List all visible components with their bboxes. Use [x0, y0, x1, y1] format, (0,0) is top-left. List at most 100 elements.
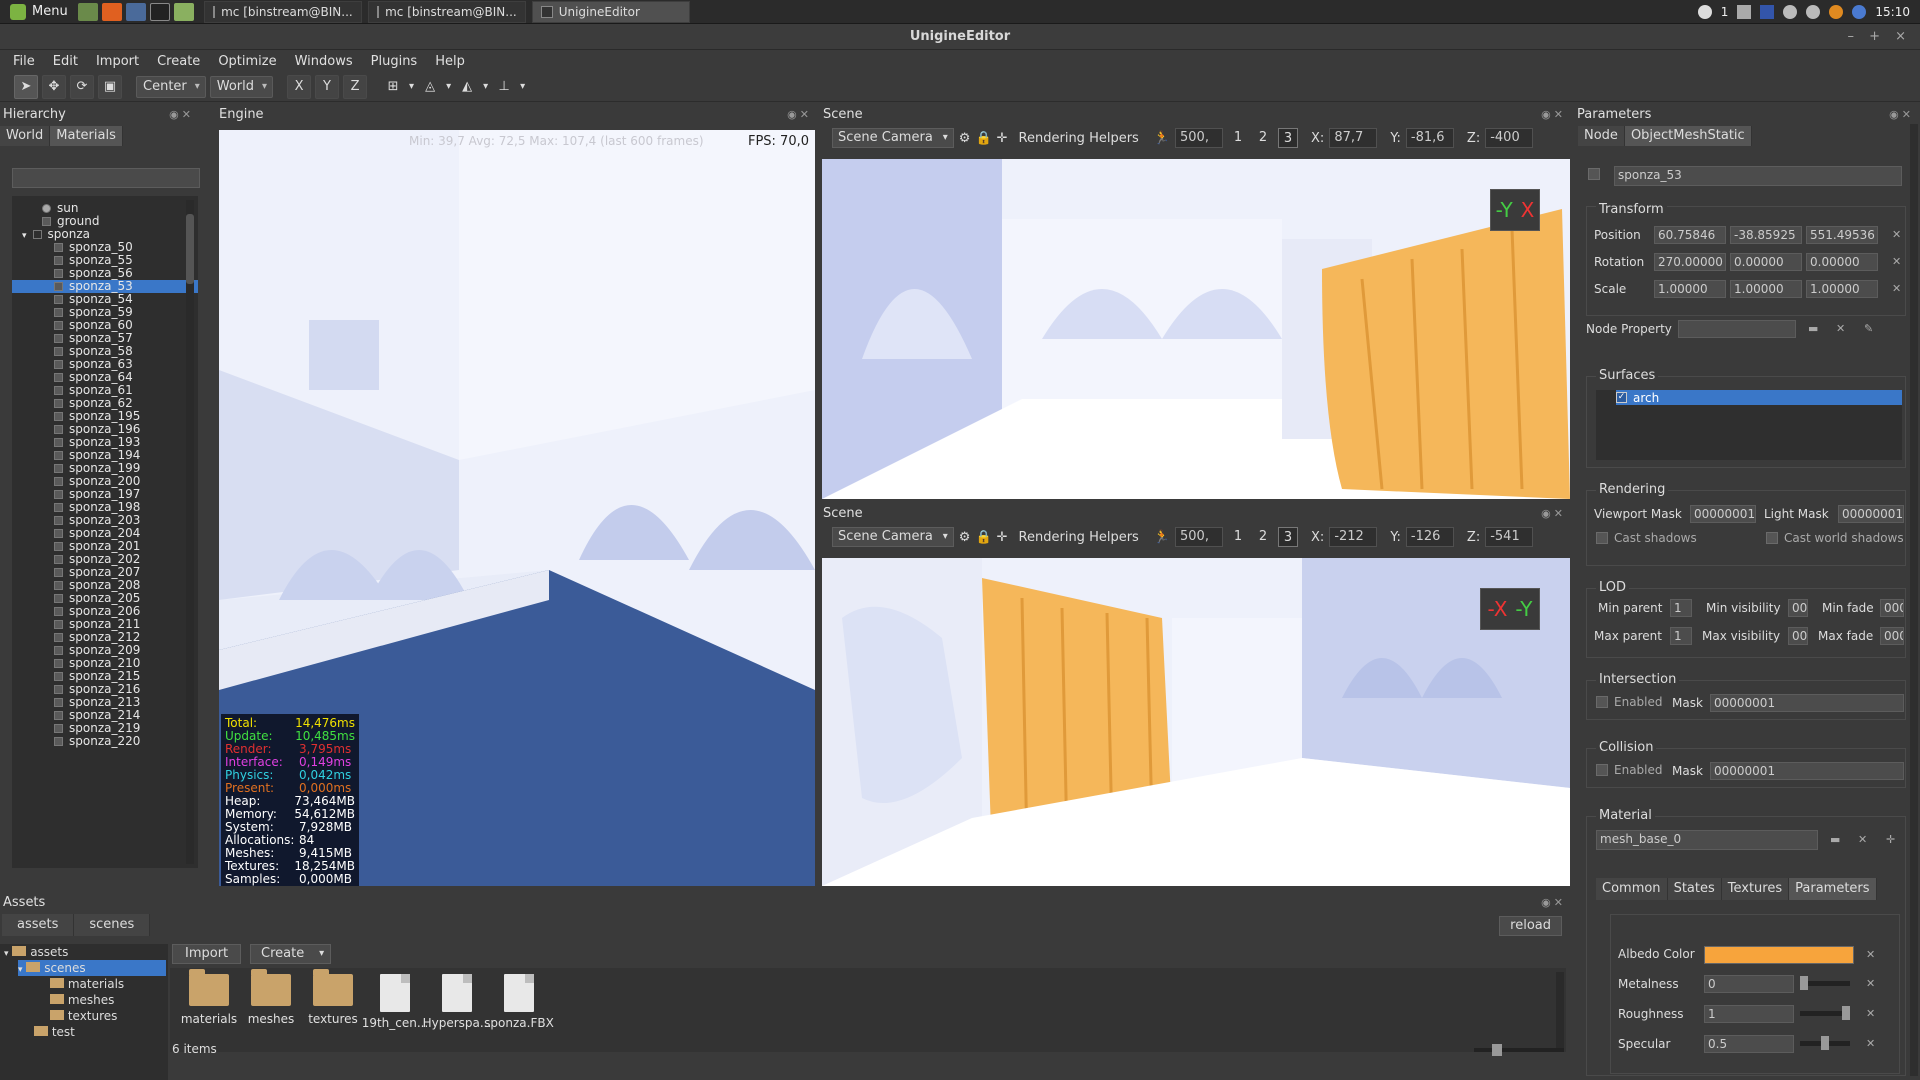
- z-coord-input[interactable]: -541: [1485, 527, 1534, 547]
- scale-x-field[interactable]: 1.00000: [1654, 280, 1726, 298]
- reset-metalness-icon[interactable]: ✕: [1866, 977, 1875, 990]
- panel-controls-icon[interactable]: ◉✕: [787, 108, 812, 121]
- assets-grid[interactable]: materials meshes textures 19th_cen... Hypers…: [170, 968, 1566, 1052]
- lock-icon[interactable]: 🔒: [975, 131, 991, 146]
- axis-gizmo[interactable]: -X -Y: [1480, 588, 1540, 630]
- camera-select[interactable]: Scene Camera: [832, 128, 954, 148]
- speed-input[interactable]: 500,: [1175, 128, 1224, 148]
- node-enabled-checkbox[interactable]: [1588, 168, 1600, 180]
- menu-create[interactable]: Create: [148, 54, 209, 69]
- node-name-field[interactable]: sponza_53: [1614, 166, 1902, 186]
- rendering-helpers-button[interactable]: Rendering Helpers: [1019, 131, 1139, 146]
- zoom-slider[interactable]: [1474, 1044, 1564, 1056]
- terminal-icon[interactable]: [149, 2, 170, 21]
- menu-import[interactable]: Import: [87, 54, 148, 69]
- menu-optimize[interactable]: Optimize: [209, 54, 285, 69]
- cast-shadows-checkbox[interactable]: [1596, 532, 1608, 544]
- scrollbar-thumb[interactable]: [186, 214, 194, 284]
- speed-input[interactable]: 500,: [1175, 527, 1224, 547]
- create-dropdown[interactable]: Create ▾: [250, 944, 332, 964]
- tree-item-ground[interactable]: ground: [12, 215, 198, 228]
- max-parent-field[interactable]: 1: [1670, 627, 1692, 645]
- reset-position-icon[interactable]: ✕: [1892, 228, 1901, 241]
- speed-preset-3[interactable]: 3: [1278, 527, 1299, 547]
- select-tool-button[interactable]: ➤: [14, 74, 38, 99]
- asset-item-folder[interactable]: materials: [174, 969, 244, 1026]
- tree-item-materials[interactable]: materials: [0, 976, 168, 992]
- surface-snap-button[interactable]: ◭: [455, 75, 479, 99]
- panel-controls-icon[interactable]: ◉✕: [1541, 108, 1566, 121]
- material-field[interactable]: mesh_base_0: [1596, 830, 1818, 850]
- slider-handle[interactable]: [1492, 1044, 1502, 1056]
- reload-button[interactable]: reload: [1499, 916, 1562, 936]
- edit-icon[interactable]: ✎: [1864, 322, 1873, 335]
- speed-preset-2[interactable]: 2: [1253, 128, 1273, 148]
- collision-mask-field[interactable]: 00000001: [1710, 762, 1904, 780]
- gear-icon[interactable]: ⚙: [959, 131, 971, 146]
- tree-item-assets[interactable]: ▾ assets: [0, 944, 168, 960]
- tab-world[interactable]: World: [0, 126, 51, 146]
- pivot-select[interactable]: Center: [136, 75, 206, 98]
- speed-preset-1[interactable]: 1: [1228, 527, 1248, 547]
- files-icon[interactable]: [125, 2, 146, 21]
- angle-snap-button[interactable]: ◬: [418, 75, 442, 99]
- maximize-icon[interactable]: +: [1869, 24, 1880, 50]
- hierarchy-scrollbar[interactable]: [186, 200, 194, 864]
- speed-preset-2[interactable]: 2: [1253, 527, 1273, 547]
- engine-viewport[interactable]: Min: 39,7 Avg: 72,5 Max: 107,4 (last 600…: [219, 130, 815, 886]
- panel-controls-icon[interactable]: ◉✕: [1541, 507, 1566, 520]
- lock-icon[interactable]: 🔒: [975, 530, 991, 545]
- tab-states[interactable]: States: [1667, 878, 1722, 900]
- scene-viewport-bottom[interactable]: -X -Y: [822, 558, 1570, 886]
- axis-y-button[interactable]: Y: [315, 74, 340, 99]
- weather-icon[interactable]: [1829, 5, 1844, 19]
- panel-controls-icon[interactable]: ◉✕: [169, 108, 194, 121]
- checkbox-checked-icon[interactable]: ✓: [1616, 392, 1627, 403]
- alert-icon[interactable]: [1697, 5, 1712, 19]
- menu-plugins[interactable]: Plugins: [362, 54, 427, 69]
- min-visibility-field[interactable]: 00: [1788, 599, 1808, 617]
- viewport-mask-field[interactable]: 00000001: [1690, 505, 1756, 523]
- tree-item-textures[interactable]: textures: [0, 1008, 168, 1024]
- scale-y-field[interactable]: 1.00000: [1730, 280, 1802, 298]
- folder-icon[interactable]: [173, 2, 194, 21]
- speed-preset-1[interactable]: 1: [1228, 128, 1248, 148]
- rotation-z-field[interactable]: 0.00000: [1806, 253, 1878, 271]
- metalness-slider[interactable]: [1800, 976, 1850, 990]
- start-menu-button[interactable]: Menu: [0, 0, 78, 24]
- shield-icon[interactable]: [1852, 5, 1867, 19]
- gear-icon[interactable]: ⚙: [959, 530, 971, 545]
- roughness-slider[interactable]: [1800, 1006, 1850, 1020]
- tab-parameters[interactable]: Parameters: [1789, 878, 1877, 900]
- network-icon[interactable]: [1783, 5, 1798, 19]
- chevron-down-icon[interactable]: ▾: [446, 81, 451, 92]
- x-coord-input[interactable]: -212: [1329, 527, 1378, 547]
- max-visibility-field[interactable]: 00: [1788, 627, 1808, 645]
- tab-materials[interactable]: Materials: [50, 126, 123, 146]
- position-y-field[interactable]: -38.85925: [1730, 226, 1802, 244]
- asset-item-folder[interactable]: meshes: [236, 969, 306, 1026]
- tab-assets[interactable]: assets: [2, 914, 75, 936]
- reset-scale-icon[interactable]: ✕: [1892, 282, 1901, 295]
- albedo-color-swatch[interactable]: [1704, 946, 1854, 964]
- speed-preset-3[interactable]: 3: [1278, 128, 1299, 148]
- rendering-helpers-button[interactable]: Rendering Helpers: [1019, 530, 1139, 545]
- parameters-scrollbar[interactable]: [1910, 124, 1918, 1076]
- surfaces-list[interactable]: ✓ arch: [1596, 390, 1902, 460]
- expand-arrow-icon[interactable]: ▾: [22, 231, 27, 241]
- grid-snap-button[interactable]: ⊞: [381, 75, 405, 99]
- camera-select[interactable]: Scene Camera: [832, 527, 954, 547]
- expand-arrow-icon[interactable]: ▾: [4, 949, 9, 959]
- hierarchy-tree[interactable]: sun ground ▾ sponza sponza_50 sponza_55 spo…: [12, 196, 198, 868]
- import-button[interactable]: Import: [172, 944, 242, 964]
- max-fade-field[interactable]: 000: [1880, 627, 1904, 645]
- chevron-down-icon[interactable]: ▾: [409, 81, 414, 92]
- keyboard-layout-icon[interactable]: [1760, 5, 1775, 19]
- node-property-field[interactable]: [1678, 320, 1796, 338]
- intersection-mask-field[interactable]: 00000001: [1710, 694, 1904, 712]
- scale-z-field[interactable]: 1.00000: [1806, 280, 1878, 298]
- tree-item-sponza-220[interactable]: sponza_220: [12, 735, 198, 748]
- close-icon[interactable]: ×: [1895, 24, 1906, 50]
- crosshair-icon[interactable]: ✛: [997, 530, 1008, 545]
- menu-file[interactable]: File: [4, 54, 44, 69]
